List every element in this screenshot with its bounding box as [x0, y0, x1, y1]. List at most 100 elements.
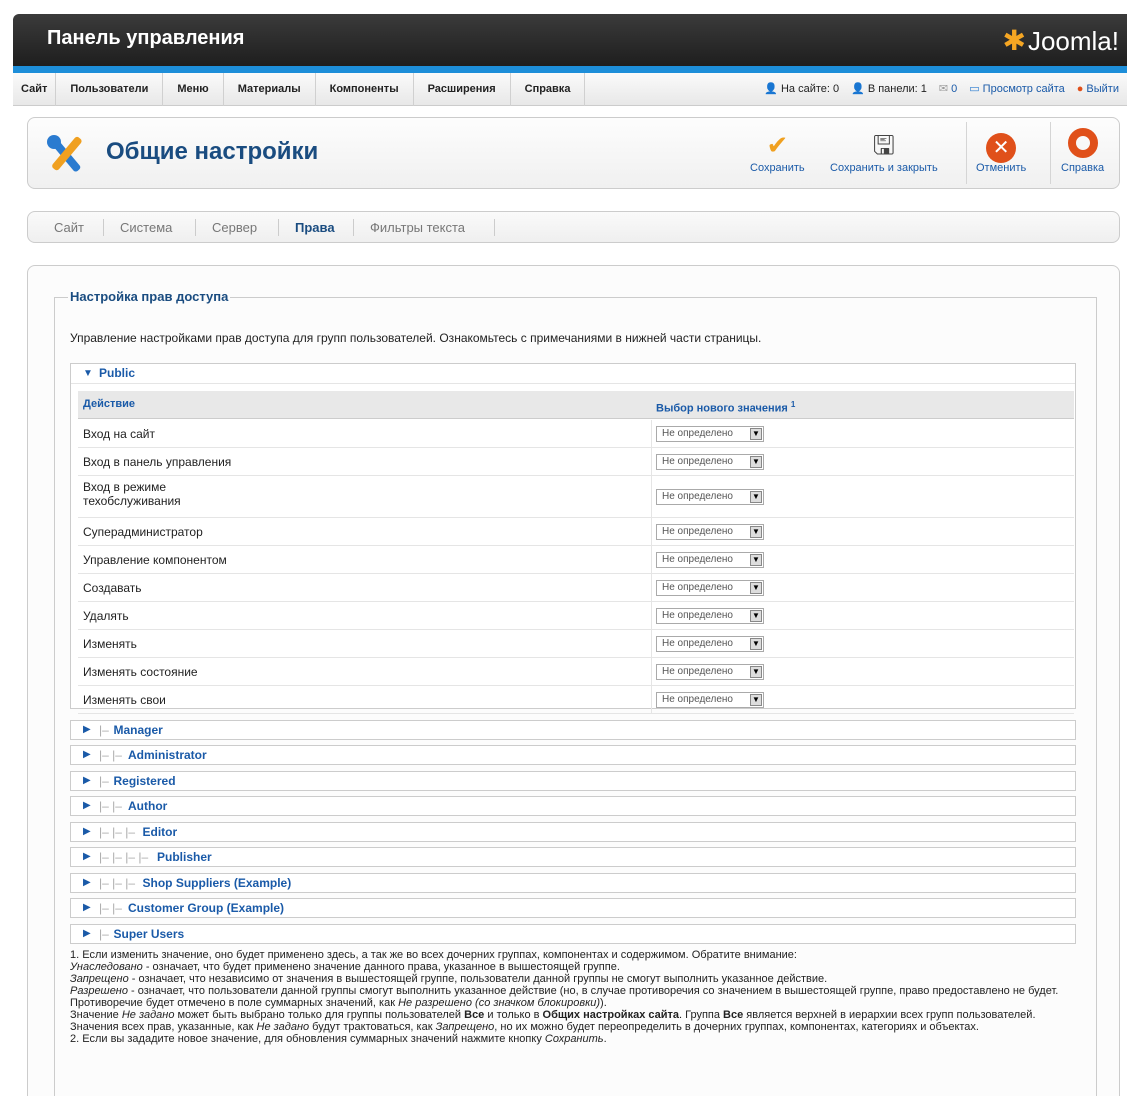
tree-indent: |– |–	[99, 748, 122, 762]
notset-text: , но их можно будет переопределить в доч…	[494, 1021, 979, 1033]
group-super-users[interactable]: ▶ |– Super Users	[70, 924, 1076, 944]
notset-text: Значение	[70, 1009, 122, 1021]
tree-indent: |– |– |–	[99, 825, 136, 839]
messages-count: 0	[951, 83, 958, 95]
permission-value-select[interactable]: Не определено ▼	[656, 454, 764, 470]
tree-indent: |– |–	[99, 901, 122, 915]
permission-action-label: Изменять свои	[83, 693, 166, 707]
all-term: Все	[464, 1009, 485, 1021]
collapsed-arrow-icon: ▶	[83, 826, 91, 837]
logout-link[interactable]: ● Выйти	[1077, 73, 1119, 106]
permissions-intro: Управление настройками прав доступа для …	[70, 331, 762, 345]
cancel-button[interactable]: ✕ Отменить	[976, 128, 1026, 174]
tab-site[interactable]: Сайт	[54, 220, 84, 235]
permission-action-label: Изменять	[83, 637, 137, 651]
group-registered[interactable]: ▶ |– Registered	[70, 771, 1076, 791]
column-divider	[651, 658, 652, 685]
menu-item-menus[interactable]: Меню	[163, 73, 224, 106]
notset-term: Не задано	[256, 1021, 310, 1033]
select-value: Не определено	[662, 694, 733, 705]
save-close-button[interactable]: 🖫 Сохранить и закрыть	[830, 128, 938, 174]
expanded-arrow-icon: ▼	[83, 368, 93, 379]
menu-item-components[interactable]: Компоненты	[316, 73, 414, 106]
header-accent-line	[13, 66, 1127, 73]
group-manager[interactable]: ▶ |– Manager	[70, 720, 1076, 740]
checkmark-icon: ✔	[766, 130, 789, 160]
toolbar-separator	[966, 122, 967, 184]
dropdown-arrow-icon: ▼	[750, 638, 762, 650]
joomla-logo[interactable]: ✱Joomla!	[1002, 24, 1119, 57]
help-button[interactable]: Справка	[1061, 128, 1104, 174]
group-name: Publisher	[157, 850, 212, 864]
group-administrator[interactable]: ▶ |– |– Administrator	[70, 745, 1076, 765]
permission-row: Управление компонентом Не определено ▼	[78, 546, 1074, 574]
permission-value-select[interactable]: Не определено ▼	[656, 426, 764, 442]
on-site-status: 👤 На сайте: 0	[764, 73, 839, 106]
permissions-notes: 1. Если изменить значение, оно будет при…	[70, 949, 1080, 1045]
footnote-marker: 1	[790, 400, 796, 409]
main-menu: Сайт Пользователи Меню Материалы Компоне…	[13, 73, 586, 106]
select-value: Не определено	[662, 428, 733, 439]
menu-item-content[interactable]: Материалы	[224, 73, 316, 106]
menu-item-users[interactable]: Пользователи	[56, 73, 164, 106]
permission-row: Изменять состояние Не определено ▼	[78, 658, 1074, 686]
denied-term: Запрещено	[70, 973, 129, 985]
group-public-panel: ▼ Public Действие Выбор нового значения …	[70, 363, 1076, 714]
permission-value-select[interactable]: Не определено ▼	[656, 608, 764, 624]
tab-text-filters[interactable]: Фильтры текста	[370, 220, 465, 235]
tab-separator	[278, 219, 279, 236]
menu-item-site[interactable]: Сайт	[13, 73, 57, 106]
permission-action-label: Управление компонентом	[83, 553, 227, 567]
global-term: Общих настройках сайта	[542, 1009, 679, 1021]
permission-value-select[interactable]: Не определено ▼	[656, 524, 764, 540]
lifebuoy-icon	[1061, 128, 1104, 162]
group-publisher[interactable]: ▶ |– |– |– |– Publisher	[70, 847, 1076, 867]
tree-indent: |–	[99, 927, 109, 941]
logout-text: Выйти	[1086, 83, 1119, 95]
group-editor[interactable]: ▶ |– |– |– Editor	[70, 822, 1076, 842]
group-author[interactable]: ▶ |– |– Author	[70, 796, 1076, 816]
dropdown-arrow-icon: ▼	[750, 610, 762, 622]
inherited-text: - означает, что будет применено значение…	[142, 961, 620, 973]
permission-row: Удалять Не определено ▼	[78, 602, 1074, 630]
group-customer-group-example[interactable]: ▶ |– |– Customer Group (Example)	[70, 898, 1076, 918]
tab-separator	[103, 219, 104, 236]
tab-permissions[interactable]: Права	[295, 220, 335, 235]
permission-value-select[interactable]: Не определено ▼	[656, 636, 764, 652]
page-toolbar: Общие настройки ✔ Сохранить 🖫 Сохранить …	[27, 117, 1120, 189]
group-shop-suppliers-example[interactable]: ▶ |– |– |– Shop Suppliers (Example)	[70, 873, 1076, 893]
joomla-star-icon: ✱	[1002, 25, 1026, 56]
permission-value-select[interactable]: Не определено ▼	[656, 489, 764, 505]
dropdown-arrow-icon: ▼	[750, 582, 762, 594]
note-2: 2. Если вы зададите новое значение, для …	[70, 1033, 1080, 1045]
view-site-link[interactable]: ▭ Просмотр сайта	[969, 73, 1065, 106]
save-term: Сохранить	[544, 1033, 604, 1045]
collapsed-arrow-icon: ▶	[83, 902, 91, 913]
group-name: Public	[99, 366, 136, 380]
tree-indent: |– |– |–	[99, 876, 136, 890]
save-label: Сохранить	[750, 162, 805, 174]
menu-item-help[interactable]: Справка	[511, 73, 586, 106]
group-name: Registered	[113, 774, 176, 788]
in-panel-status: 👤 В панели: 1	[851, 73, 927, 106]
menu-item-extensions[interactable]: Расширения	[414, 73, 511, 106]
select-value: Не определено	[662, 610, 733, 621]
tab-server[interactable]: Сервер	[212, 220, 257, 235]
note-2-end: .	[603, 1033, 607, 1045]
save-close-label: Сохранить и закрыть	[830, 162, 938, 174]
permission-value-select[interactable]: Не определено ▼	[656, 552, 764, 568]
group-public-header[interactable]: ▼ Public	[71, 364, 1075, 384]
tab-system[interactable]: Система	[120, 220, 172, 235]
permission-value-select[interactable]: Не определено ▼	[656, 580, 764, 596]
collapsed-arrow-icon: ▶	[83, 775, 91, 786]
messages-status[interactable]: ✉ 0	[939, 73, 957, 106]
tree-indent: |– |– |– |–	[99, 850, 149, 864]
permission-value-select[interactable]: Не определено ▼	[656, 664, 764, 680]
admin-header: Панель управления ✱Joomla!	[13, 14, 1127, 66]
save-button[interactable]: ✔ Сохранить	[750, 128, 805, 174]
notset-text: может быть выбрано только для группы пол…	[174, 1009, 465, 1021]
permission-value-select[interactable]: Не определено ▼	[656, 692, 764, 708]
cancel-icon: ✕	[976, 128, 1026, 163]
allowed-italic: Не разрешено (со значком блокировки)	[398, 997, 601, 1009]
note-allowed: Разрешено - означает, что пользователи д…	[70, 985, 1080, 1009]
